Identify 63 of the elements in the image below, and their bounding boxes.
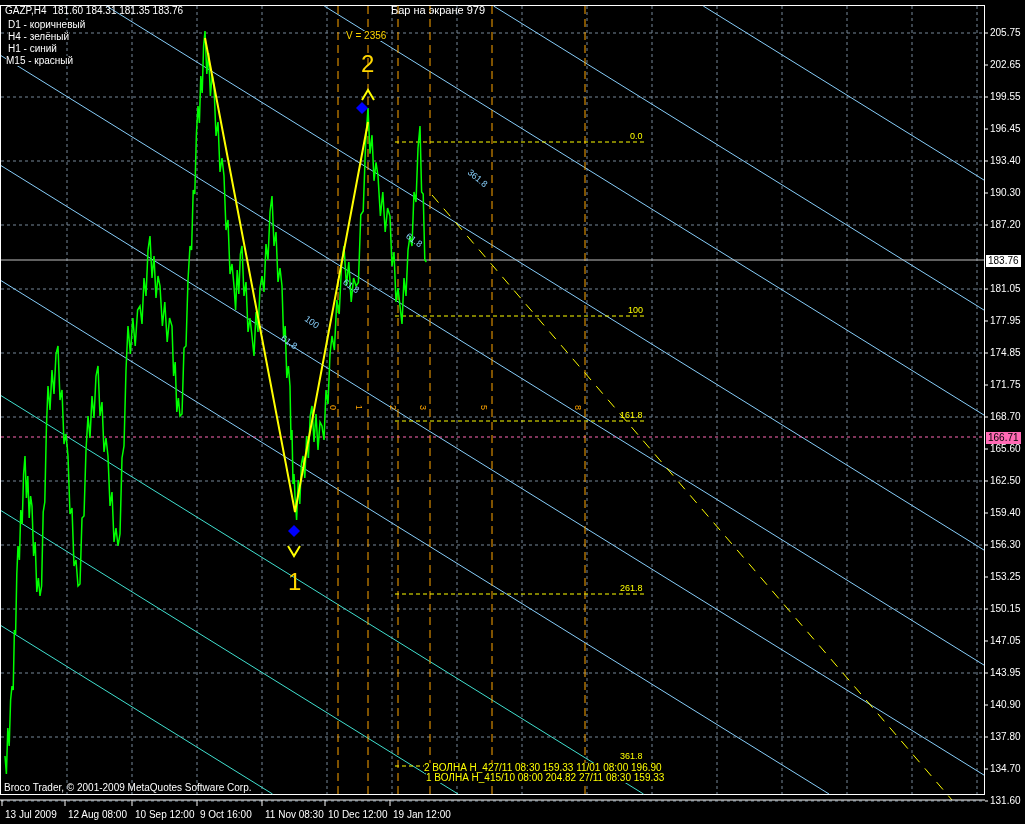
channel-level-label: 61.8 [404, 231, 424, 250]
price-axis-label: 181.05 [990, 284, 1021, 294]
time-axis-label: 19 Jan 12:00 [393, 810, 451, 820]
time-axis-label: 13 Jul 2009 [5, 810, 57, 820]
current-price-label: 183.76 [986, 255, 1021, 267]
bars-on-screen-label: Бар на экране 979 [391, 5, 486, 16]
price-axis-label: 159.40 [990, 508, 1021, 518]
time-axis-label: 12 Aug 08:00 [68, 810, 127, 820]
price-axis-label: 168.70 [990, 412, 1021, 422]
price-axis-label: 143.95 [990, 668, 1021, 678]
legend-text: H4 - зелёный [8, 32, 70, 42]
price-axis-label: 177.95 [990, 316, 1021, 326]
fibonacci-level-label: 161.8 [620, 411, 643, 420]
ohlc-values: 181.60 184.31 181.35 183.76 [52, 6, 184, 16]
price-axis-label: 199.55 [990, 92, 1021, 102]
price-axis-label: 140.90 [990, 700, 1021, 710]
wave-info-text: 2 ВОЛНА Н_427/11 08:30 159.33 11/01 08:00 196.90 [424, 763, 662, 773]
time-zone-label: 5 [479, 405, 488, 410]
diamond-icon [356, 102, 368, 114]
price-axis-label: 205.75 [990, 28, 1021, 38]
symbol-label: GAZP,H4 [5, 6, 47, 16]
price-axis-label: 193.40 [990, 156, 1021, 166]
time-axis-label: 10 Sep 12:00 [135, 810, 195, 820]
volume-label: V = 2356 [346, 31, 387, 41]
diamond-icon [288, 525, 300, 537]
price-axis-label: 137.80 [990, 732, 1021, 742]
copyright-text: Broco Trader, © 2001-2009 MetaQuotes Software Corp. [4, 783, 252, 793]
price-axis-label: 156.30 [990, 540, 1021, 550]
price-axis-label: 150.15 [990, 604, 1021, 614]
wave-number: 2 [361, 52, 375, 76]
channel-level-label: 61.8 [279, 333, 299, 352]
price-axis-label: 147.05 [990, 636, 1021, 646]
time-axis-label: 11 Nov 08:30 [265, 810, 324, 820]
level-price-label: 166.71 [986, 432, 1021, 444]
time-axis-label: 9 Oct 16:00 [200, 810, 252, 820]
time-axis-label: 10 Dec 12:00 [328, 810, 388, 820]
time-zone-label: 0 [328, 405, 337, 410]
price-axis-label: 187.20 [990, 220, 1021, 230]
wave-number: 1 [288, 570, 302, 594]
fibonacci-level-label: 100 [628, 306, 644, 315]
price-axis-label: 171.75 [990, 380, 1021, 390]
time-zone-label: 3 [418, 405, 427, 410]
price-axis-label: 202.65 [990, 60, 1021, 70]
wave-info-text: 1 ВОЛНА Н_415/10 08:00 204.82 27/11 08:30 159.33 [426, 773, 665, 783]
legend-text: H1 - синий [8, 44, 57, 54]
price-axis-label: 134.70 [990, 764, 1021, 774]
price-axis-label: 153.25 [990, 572, 1021, 582]
fibonacci-level-label: 361.8 [620, 752, 643, 761]
time-zone-label: 1 [354, 405, 363, 410]
price-axis-label: 162.50 [990, 476, 1021, 486]
time-zone-label: 8 [573, 405, 582, 410]
legend-text: M15 - красный [6, 56, 74, 66]
channel-level-label: 100 [302, 314, 321, 331]
price-axis-label: 174.85 [990, 348, 1021, 358]
price-axis-label: 165.60 [990, 444, 1021, 454]
price-axis-label: 190.30 [990, 188, 1021, 198]
fibonacci-level-label: 0.0 [630, 132, 643, 141]
channel-level-label: 61.8 [341, 277, 361, 296]
legend-text: D1 - коричневый [8, 20, 86, 30]
time-zone-label: 2 [388, 405, 397, 410]
price-axis-label: 196.45 [990, 124, 1021, 134]
price-axis-label: 131.60 [990, 796, 1021, 806]
fibonacci-level-label: 261.8 [620, 584, 643, 593]
